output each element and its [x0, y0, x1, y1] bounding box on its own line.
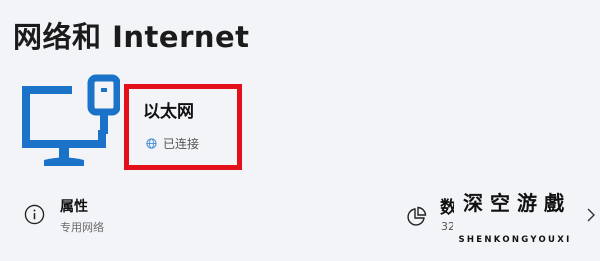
data-usage-subtitle: 32 [441, 220, 453, 233]
watermark-char: 深 [463, 191, 483, 215]
watermark-char: 空 [490, 191, 510, 215]
watermark-chars: 深 空 游 戲 [462, 177, 565, 229]
watermark-char: 游 [517, 191, 537, 215]
pie-chart-icon [407, 206, 427, 226]
properties-subtitle: 专用网络 [60, 221, 104, 234]
chevron-right-icon[interactable] [586, 207, 596, 223]
connection-status: 已连接 [146, 135, 199, 152]
globe-icon [146, 138, 157, 149]
adapter-hero: 以太网 已连接 [0, 66, 600, 176]
adapter-name[interactable]: 以太网 [143, 97, 194, 122]
connection-status-text: 已连接 [163, 137, 200, 151]
watermark-text: SHENKONGYOUXI [458, 235, 572, 245]
data-usage-title[interactable]: 数 [440, 193, 454, 218]
watermark-logo: 深 空 游 戲 SHENKONGYOUXI [455, 177, 575, 261]
properties-title: 属性 [60, 199, 88, 215]
monitor-ethernet-icon [22, 74, 120, 166]
watermark-char: 戲 [544, 191, 564, 215]
info-icon [24, 204, 45, 225]
page-title: 网络和 Internet [13, 20, 250, 54]
